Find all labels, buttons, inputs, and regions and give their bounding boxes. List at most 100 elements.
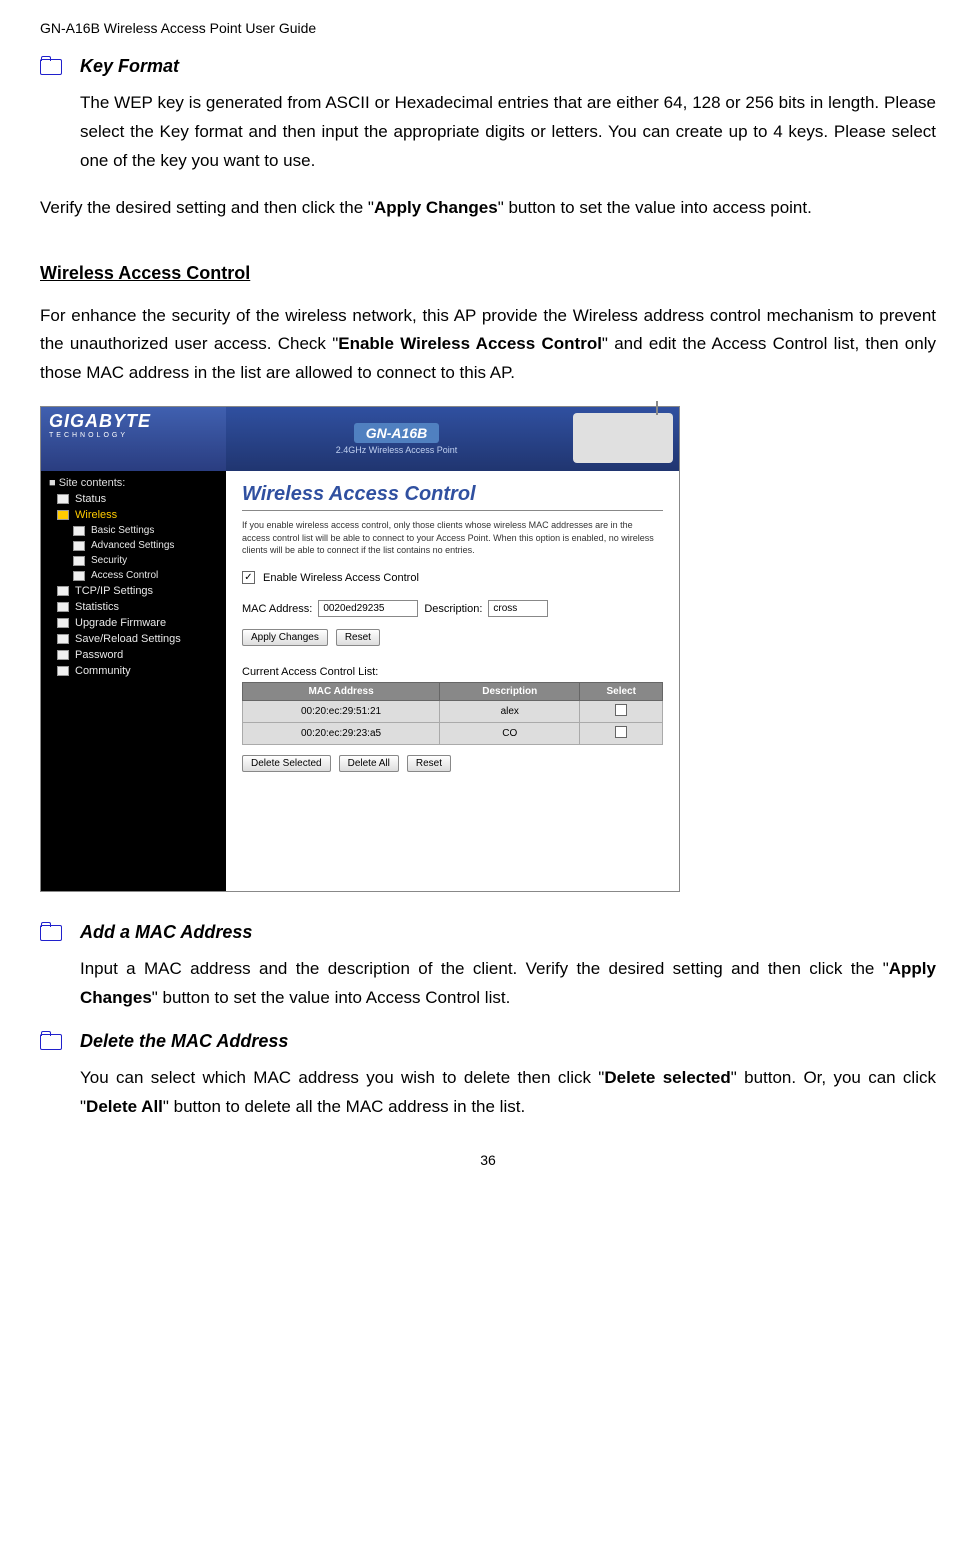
verify-post: " button to set the value into access po… <box>498 198 812 217</box>
cell-desc: alex <box>440 701 580 723</box>
row-checkbox[interactable] <box>615 726 627 738</box>
nav-community[interactable]: Community <box>45 663 222 679</box>
wireless-desc-b1: Enable Wireless Access Control <box>338 334 602 353</box>
th-mac: MAC Address <box>243 683 440 701</box>
folder-icon <box>40 59 62 75</box>
wireless-heading: Wireless Access Control <box>40 263 936 284</box>
ss-main-title: Wireless Access Control <box>242 483 663 506</box>
ss-header: GIGABYTE TECHNOLOGY GN-A16B 2.4GHz Wirel… <box>41 407 679 471</box>
verify-pre: Verify the desired setting and then clic… <box>40 198 374 217</box>
nav-save-label: Save/Reload Settings <box>75 633 181 645</box>
nav-password-label: Password <box>75 649 123 661</box>
ss-logo-area: GIGABYTE TECHNOLOGY <box>41 407 226 471</box>
cell-mac: 00:20:ec:29:23:a5 <box>243 723 440 745</box>
enable-checkbox-label: Enable Wireless Access Control <box>263 572 419 584</box>
nav-access-label: Access Control <box>91 570 158 581</box>
ss-sidebar: ■ Site contents: Status Wireless Basic S… <box>41 471 226 891</box>
page-icon <box>73 541 85 551</box>
delete-mac-bold2: Delete All <box>86 1097 163 1116</box>
nav-stats-label: Statistics <box>75 601 119 613</box>
ss-model-badge: GN-A16B <box>354 423 439 443</box>
key-format-title: Key Format <box>80 56 179 77</box>
verify-bold: Apply Changes <box>374 198 498 217</box>
nav-save-reload[interactable]: Save/Reload Settings <box>45 631 222 647</box>
nav-community-label: Community <box>75 665 131 677</box>
desc-label: Description: <box>424 603 482 615</box>
folder-icon <box>40 925 62 941</box>
ss-logo: GIGABYTE <box>49 411 218 432</box>
table-header-row: MAC Address Description Select <box>243 683 663 701</box>
delete-all-button[interactable]: Delete All <box>339 755 399 772</box>
table-title: Current Access Control List: <box>242 666 663 678</box>
nav-tcpip-label: TCP/IP Settings <box>75 585 153 597</box>
key-format-section: Key Format <box>40 56 936 77</box>
nav-password[interactable]: Password <box>45 647 222 663</box>
delete-mac-post: " button to delete all the MAC address i… <box>163 1097 525 1116</box>
delete-mac-title: Delete the MAC Address <box>80 1031 288 1052</box>
nav-basic-label: Basic Settings <box>91 525 154 536</box>
ss-logo-sub: TECHNOLOGY <box>49 432 218 439</box>
nav-wireless[interactable]: Wireless <box>45 507 222 523</box>
enable-checkbox[interactable]: ✓ <box>242 571 255 584</box>
ss-sidebar-title: ■ Site contents: <box>45 475 222 491</box>
ss-main: Wireless Access Control If you enable wi… <box>226 471 679 891</box>
mac-input[interactable] <box>318 600 418 617</box>
page-number: 36 <box>40 1152 936 1168</box>
add-mac-title: Add a MAC Address <box>80 922 252 943</box>
desc-input[interactable] <box>488 600 548 617</box>
apply-changes-button[interactable]: Apply Changes <box>242 629 328 646</box>
page-icon <box>73 526 85 536</box>
delete-mac-body: You can select which MAC address you wis… <box>80 1064 936 1122</box>
sidebar-title-text: Site contents: <box>59 477 126 489</box>
ss-desc: If you enable wireless access control, o… <box>242 519 663 557</box>
mac-label: MAC Address: <box>242 603 312 615</box>
nav-advanced[interactable]: Advanced Settings <box>45 538 222 553</box>
delete-selected-button[interactable]: Delete Selected <box>242 755 331 772</box>
page-icon <box>73 556 85 566</box>
page-icon <box>57 618 69 628</box>
reset-table-button[interactable]: Reset <box>407 755 451 772</box>
table-row: 00:20:ec:29:23:a5 CO <box>243 723 663 745</box>
nav-upgrade[interactable]: Upgrade Firmware <box>45 615 222 631</box>
page-icon <box>57 650 69 660</box>
enable-checkbox-row: ✓ Enable Wireless Access Control <box>242 571 663 584</box>
table-row: 00:20:ec:29:51:21 alex <box>243 701 663 723</box>
th-select: Select <box>580 683 663 701</box>
ss-model-area: GN-A16B 2.4GHz Wireless Access Point <box>226 407 567 471</box>
nav-security[interactable]: Security <box>45 553 222 568</box>
cell-desc: CO <box>440 723 580 745</box>
divider <box>242 510 663 511</box>
folder-open-icon <box>57 510 69 520</box>
nav-access-control[interactable]: Access Control <box>45 568 222 583</box>
cell-select <box>580 723 663 745</box>
add-mac-pre: Input a MAC address and the description … <box>80 959 889 978</box>
delete-mac-section: Delete the MAC Address <box>40 1031 936 1052</box>
page-icon <box>57 634 69 644</box>
nav-status-label: Status <box>75 493 106 505</box>
wireless-desc: For enhance the security of the wireless… <box>40 302 936 389</box>
page-icon <box>57 494 69 504</box>
nav-statistics[interactable]: Statistics <box>45 599 222 615</box>
add-mac-body: Input a MAC address and the description … <box>80 955 936 1013</box>
delete-mac-bold1: Delete selected <box>604 1068 730 1087</box>
mac-form-row: MAC Address: Description: <box>242 600 663 617</box>
nav-basic[interactable]: Basic Settings <box>45 523 222 538</box>
access-control-table: MAC Address Description Select 00:20:ec:… <box>242 682 663 745</box>
folder-icon <box>40 1034 62 1050</box>
nav-tcpip[interactable]: TCP/IP Settings <box>45 583 222 599</box>
reset-button[interactable]: Reset <box>336 629 380 646</box>
nav-wireless-label: Wireless <box>75 509 117 521</box>
nav-advanced-label: Advanced Settings <box>91 540 174 551</box>
row-checkbox[interactable] <box>615 704 627 716</box>
form-button-row: Apply Changes Reset <box>242 629 663 646</box>
table-button-row: Delete Selected Delete All Reset <box>242 755 663 772</box>
add-mac-post: " button to set the value into Access Co… <box>152 988 511 1007</box>
nav-status[interactable]: Status <box>45 491 222 507</box>
add-mac-section: Add a MAC Address <box>40 922 936 943</box>
ss-body: ■ Site contents: Status Wireless Basic S… <box>41 471 679 891</box>
router-icon <box>573 413 673 463</box>
document-header: GN-A16B Wireless Access Point User Guide <box>40 20 936 36</box>
nav-security-label: Security <box>91 555 127 566</box>
page-icon <box>57 666 69 676</box>
delete-mac-pre: You can select which MAC address you wis… <box>80 1068 604 1087</box>
